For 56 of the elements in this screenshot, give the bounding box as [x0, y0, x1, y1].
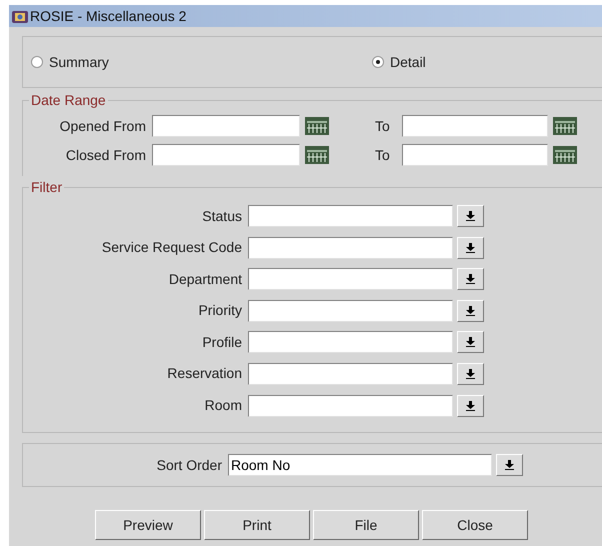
- download-arrow-icon: [466, 274, 475, 284]
- input-field[interactable]: [248, 268, 453, 290]
- calendar-button[interactable]: [304, 145, 330, 165]
- calendar-button[interactable]: [304, 116, 330, 136]
- download-arrow-icon: [466, 306, 475, 316]
- download-arrow-icon: [466, 242, 475, 253]
- download-arrow-icon: [466, 368, 475, 379]
- field-label: Room: [204, 396, 243, 416]
- dropdown-button[interactable]: [457, 300, 484, 322]
- calendar-icon: [305, 117, 329, 135]
- field-label: To: [375, 116, 391, 136]
- calendar-icon: [553, 117, 577, 135]
- calendar-button[interactable]: [552, 145, 578, 165]
- calendar-button[interactable]: [552, 116, 578, 136]
- dropdown-button[interactable]: [457, 205, 484, 227]
- action-button[interactable]: Close: [422, 510, 528, 540]
- input-field[interactable]: [152, 115, 300, 137]
- dropdown-button[interactable]: [457, 362, 484, 385]
- input-field[interactable]: [248, 394, 453, 417]
- dropdown-button[interactable]: [457, 268, 484, 290]
- action-button[interactable]: Preview: [95, 510, 201, 540]
- radio-option[interactable]: Summary: [31, 52, 372, 72]
- field-label: Department: [168, 270, 243, 289]
- download-arrow-icon: [466, 211, 475, 221]
- action-button[interactable]: Print: [204, 510, 310, 540]
- input-field[interactable]: [248, 236, 453, 259]
- field-label: Profile: [201, 332, 243, 352]
- dropdown-button[interactable]: [457, 236, 484, 259]
- input-field[interactable]: [248, 205, 453, 227]
- dropdown-button[interactable]: [496, 454, 523, 476]
- calendar-icon: [305, 146, 329, 164]
- input-field[interactable]: [248, 362, 453, 385]
- input-field[interactable]: [402, 115, 548, 137]
- download-arrow-icon: [466, 400, 475, 411]
- field-label: Sort Order: [156, 456, 223, 474]
- radio-option[interactable]: Detail: [372, 52, 426, 72]
- action-button[interactable]: File: [313, 510, 419, 540]
- field-label: Service Request Code: [100, 238, 243, 258]
- download-arrow-icon: [466, 337, 475, 348]
- field-label: Priority: [197, 301, 243, 320]
- window-title: ROSIE - Miscellaneous 2: [30, 6, 186, 26]
- input-field[interactable]: [402, 144, 548, 166]
- download-arrow-icon: [505, 460, 514, 470]
- field-label: Status: [201, 206, 243, 226]
- field-label: Reservation: [166, 364, 243, 384]
- input-field[interactable]: [248, 300, 453, 322]
- field-label: Closed From: [64, 146, 147, 164]
- dropdown-button[interactable]: [457, 394, 484, 417]
- input-field[interactable]: [152, 144, 300, 166]
- field-label: Opened From: [58, 116, 147, 136]
- app-icon: [11, 8, 29, 24]
- dropdown-button[interactable]: [457, 331, 484, 354]
- input-field[interactable]: Room No: [228, 454, 492, 476]
- field-label: To: [375, 146, 391, 164]
- input-field[interactable]: [248, 331, 453, 354]
- calendar-icon: [553, 146, 577, 164]
